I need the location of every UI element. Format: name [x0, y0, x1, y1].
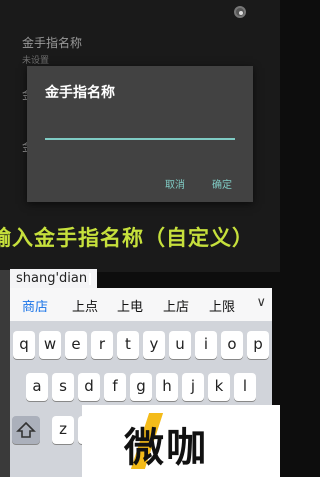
candidate-bar: 商店 上点 上电 上店 上限 ∨	[10, 288, 272, 321]
key-g[interactable]: g	[130, 373, 152, 401]
app-screen: 金手指名称 未设置 金 金 金手指名称 取消 确定 输入金手指名称（自定义） s…	[0, 0, 280, 477]
key-f[interactable]: f	[104, 373, 126, 401]
instruction-caption: 输入金手指名称（自定义）	[0, 226, 254, 250]
key-u[interactable]: u	[169, 331, 191, 359]
text-cursor	[89, 272, 92, 285]
candidate-3[interactable]: 上电	[117, 296, 143, 315]
key-i[interactable]: i	[195, 331, 217, 359]
key-e[interactable]: e	[65, 331, 87, 359]
key-a[interactable]: a	[26, 373, 48, 401]
shift-icon	[16, 421, 36, 438]
key-p[interactable]: p	[247, 331, 269, 359]
candidate-1[interactable]: 商店	[22, 296, 48, 315]
setting-item-subtitle: 未设置	[22, 56, 50, 66]
shift-key[interactable]	[12, 416, 40, 444]
key-t[interactable]: t	[117, 331, 139, 359]
watermark-text: 微咖	[124, 425, 208, 471]
key-z[interactable]: z	[52, 416, 74, 444]
key-j[interactable]: j	[182, 373, 204, 401]
key-o[interactable]: o	[221, 331, 243, 359]
key-w[interactable]: w	[39, 331, 61, 359]
key-r[interactable]: r	[91, 331, 113, 359]
record-icon	[234, 6, 246, 18]
key-q[interactable]: q	[13, 331, 35, 359]
cancel-button[interactable]: 取消	[165, 176, 185, 191]
left-edge	[0, 270, 10, 477]
setting-item-name[interactable]: 金手指名称 未设置	[22, 34, 82, 66]
key-d[interactable]: d	[78, 373, 100, 401]
watermark-logo: 微咖	[82, 405, 280, 477]
name-dialog: 金手指名称 取消 确定	[27, 66, 253, 202]
key-y[interactable]: y	[143, 331, 165, 359]
key-h[interactable]: h	[156, 373, 178, 401]
pinyin-text: shang'dian	[16, 271, 88, 286]
candidate-4[interactable]: 上店	[163, 296, 189, 315]
setting-item-title: 金手指名称	[22, 36, 83, 50]
key-k[interactable]: k	[208, 373, 230, 401]
pinyin-composition: shang'dian	[10, 269, 98, 289]
chevron-down-icon[interactable]: ∨	[256, 295, 266, 310]
candidate-5[interactable]: 上限	[209, 296, 235, 315]
name-input[interactable]	[45, 138, 235, 140]
key-l[interactable]: l	[234, 373, 256, 401]
key-s[interactable]: s	[52, 373, 74, 401]
candidate-2[interactable]: 上点	[72, 296, 98, 315]
dialog-title: 金手指名称	[45, 85, 115, 101]
confirm-button[interactable]: 确定	[212, 176, 232, 191]
